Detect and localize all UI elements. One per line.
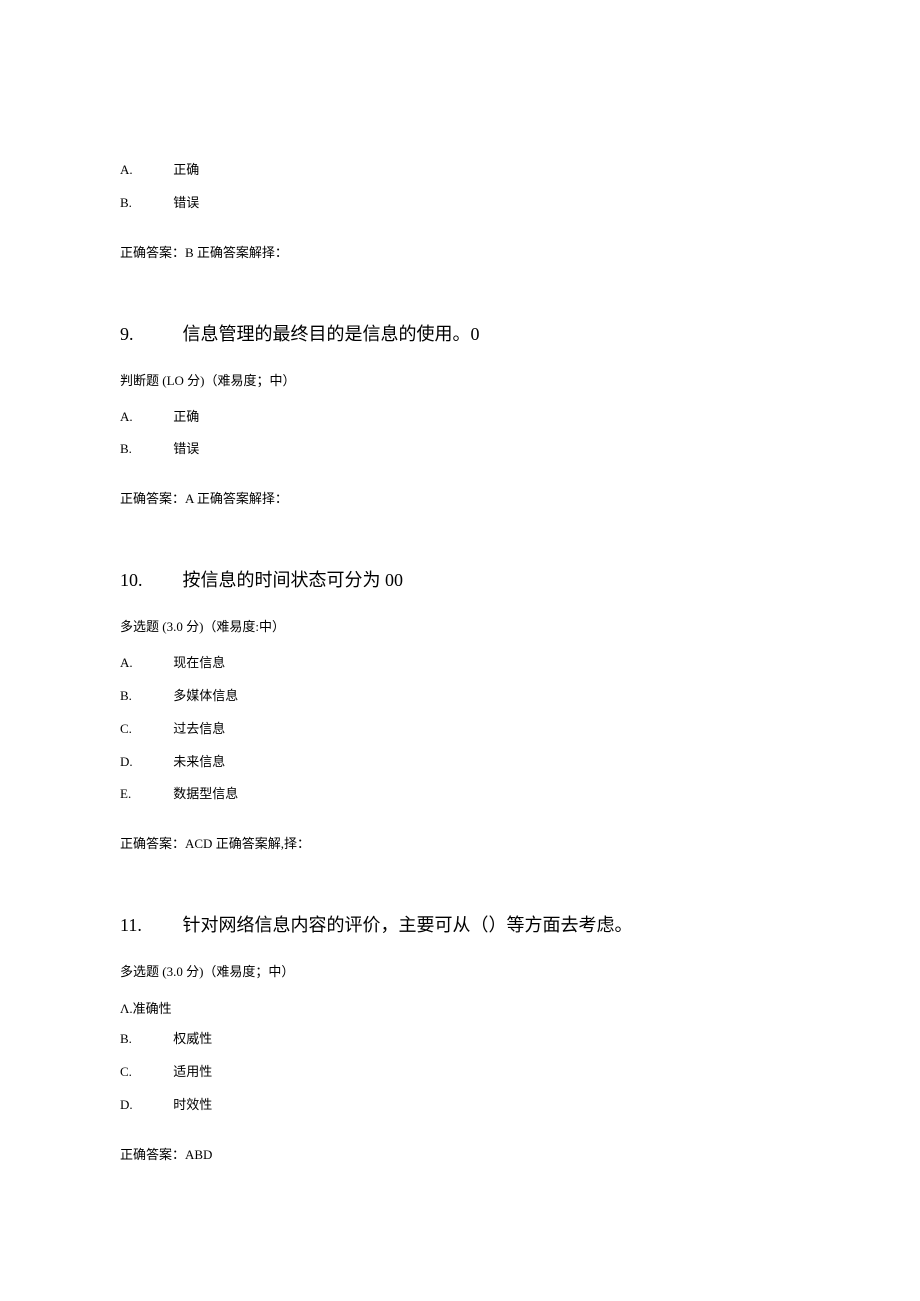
option-row: B. 错误 [120,193,800,214]
q8-options: A. 正确 B. 错误 [120,160,800,214]
option-letter: A. [120,160,170,181]
q10-title: 10. 按信息的时间状态可分为 00 [120,567,800,594]
q8-answer: 正确答案：B 正确答案解择： [120,242,800,261]
option-text: 错误 [173,193,199,214]
option-letter: B. [120,193,170,214]
option-text: 权威性 [173,1029,212,1050]
option-row: A. 现在信息 [120,653,800,674]
option-text: 适用性 [173,1062,212,1083]
option-letter: E. [120,784,170,805]
question-number: 10. [120,567,178,594]
q10-options: A. 现在信息 B. 多媒体信息 C. 过去信息 D. 未来信息 E. 数据型信… [120,653,800,805]
option-text: 现在信息 [173,653,225,674]
option-row: B. 多媒体信息 [120,686,800,707]
option-text: 未来信息 [173,752,225,773]
option-letter: B. [120,439,170,460]
option-row: D. 未来信息 [120,752,800,773]
option-row: D. 时效性 [120,1095,800,1116]
option-text: 时效性 [173,1095,212,1116]
document-page: A. 正确 B. 错误 正确答案：B 正确答案解择： 9. 信息管理的最终目的是… [0,0,920,1283]
question-text: 按信息的时间状态可分为 00 [183,570,404,590]
option-letter: D. [120,1095,170,1116]
q11-option-a-plain: Λ.准确性 [120,998,800,1017]
option-letter: C. [120,719,170,740]
question-number: 9. [120,321,178,348]
option-letter: A. [120,407,170,428]
option-letter: C. [120,1062,170,1083]
option-text: 错误 [173,439,199,460]
q11-options: B. 权威性 C. 适用性 D. 时效性 [120,1029,800,1115]
option-row: B. 错误 [120,439,800,460]
question-text: 信息管理的最终目的是信息的使用。0 [183,324,480,344]
option-letter: A. [120,653,170,674]
q11-answer: 正确答案：ABD [120,1144,800,1163]
option-text: 正确 [173,407,199,428]
option-row: C. 适用性 [120,1062,800,1083]
question-number: 11. [120,912,178,939]
q9-options: A. 正确 B. 错误 [120,407,800,461]
option-row: C. 过去信息 [120,719,800,740]
option-letter: B. [120,686,170,707]
q9-answer: 正确答案：A 正确答案解择： [120,488,800,507]
option-row: A. 正确 [120,160,800,181]
option-text: 多媒体信息 [173,686,238,707]
option-row: B. 权威性 [120,1029,800,1050]
option-letter: B. [120,1029,170,1050]
q9-meta: 判断题 (LO 分)（难易度；中） [120,370,800,389]
option-row: E. 数据型信息 [120,784,800,805]
option-text: 过去信息 [173,719,225,740]
q11-meta: 多选题 (3.0 分)（难易度；中） [120,961,800,980]
q11-title: 11. 针对网络信息内容的评价，主要可从（）等方面去考虑。 [120,912,800,939]
option-letter: D. [120,752,170,773]
option-row: A. 正确 [120,407,800,428]
question-text: 针对网络信息内容的评价，主要可从（）等方面去考虑。 [183,915,633,935]
option-text: 数据型信息 [173,784,238,805]
q10-meta: 多选题 (3.0 分)（难易度:中） [120,616,800,635]
option-text: 正确 [173,160,199,181]
q10-answer: 正确答案：ACD 正确答案解,择： [120,833,800,852]
q9-title: 9. 信息管理的最终目的是信息的使用。0 [120,321,800,348]
